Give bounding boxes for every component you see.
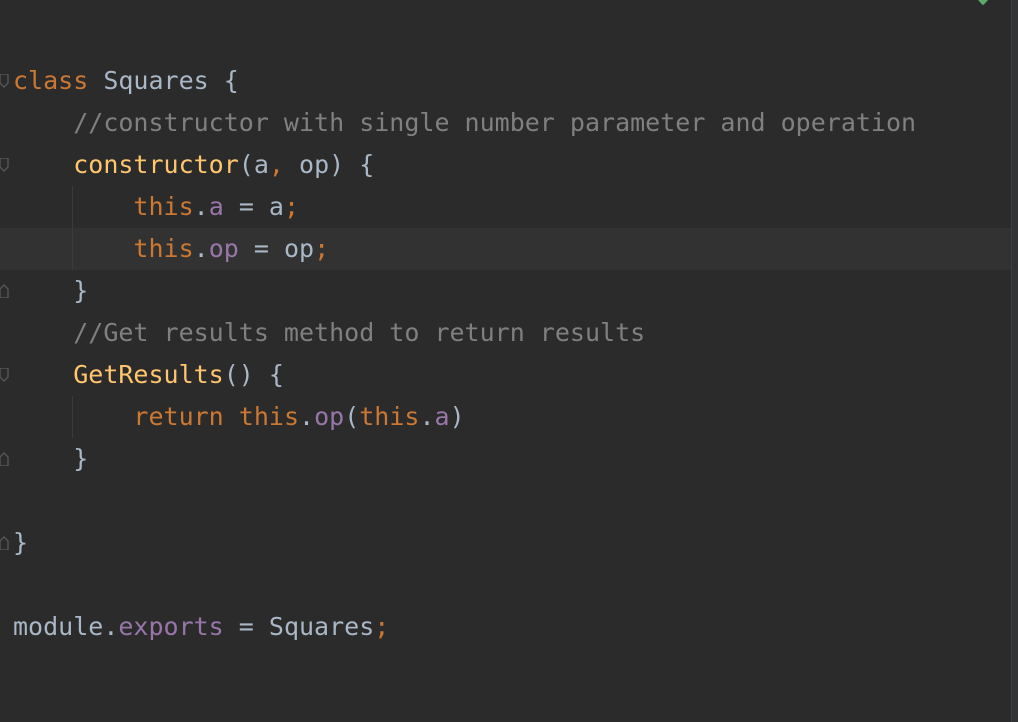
fold-close-icon[interactable]	[0, 284, 9, 298]
code-token: {	[208, 66, 239, 95]
fold-open-icon[interactable]	[0, 368, 9, 382]
code-line[interactable]: }	[13, 438, 88, 480]
code-editor[interactable]: class Squares { //constructor with singl…	[0, 0, 1018, 722]
code-token: GetResults	[73, 360, 224, 389]
code-token: Squares	[103, 66, 209, 95]
code-token: //constructor with single number paramet…	[73, 108, 917, 137]
code-token: this	[133, 192, 194, 221]
code-token: exports	[118, 612, 224, 641]
code-token: }	[13, 276, 89, 305]
fold-close-icon[interactable]	[0, 452, 9, 466]
fold-open-icon[interactable]	[0, 74, 9, 88]
code-token: }	[13, 444, 89, 473]
code-line[interactable]: //Get results method to return results	[13, 312, 645, 354]
code-token: () {	[223, 360, 284, 389]
code-line[interactable]: constructor(a, op) {	[13, 144, 374, 186]
code-token: = op	[238, 234, 315, 263]
code-token: ,	[268, 150, 284, 179]
code-line[interactable]: this.op = op;	[13, 228, 329, 270]
code-token: .	[419, 402, 435, 431]
code-token: this	[133, 234, 194, 263]
code-line[interactable]: return this.op(this.a)	[13, 396, 465, 438]
code-token: a	[434, 402, 450, 431]
code-token: module	[13, 612, 104, 641]
code-token: this	[359, 402, 420, 431]
code-token: op	[208, 234, 239, 263]
code-token: = Squares	[223, 612, 375, 641]
code-token: )	[449, 402, 465, 431]
code-token: .	[193, 192, 209, 221]
fold-open-icon[interactable]	[0, 158, 9, 172]
code-token: class	[13, 66, 89, 95]
code-token: ;	[283, 192, 300, 221]
inspection-ok-check-icon[interactable]	[974, 0, 994, 8]
code-line[interactable]: module.exports = Squares;	[13, 606, 389, 648]
code-token: return	[133, 402, 224, 431]
code-token: op) {	[283, 150, 375, 179]
code-token: = a	[223, 192, 284, 221]
code-token: op	[314, 402, 345, 431]
code-token: this	[238, 402, 300, 431]
fold-close-icon[interactable]	[0, 536, 9, 550]
code-line[interactable]: class Squares {	[13, 60, 239, 102]
code-line[interactable]: this.a = a;	[13, 186, 299, 228]
code-line[interactable]: GetResults() {	[13, 354, 284, 396]
code-token: (a	[238, 150, 269, 179]
code-token: //Get results method to return results	[73, 318, 646, 347]
code-token: .	[103, 612, 119, 641]
editor-scrollbar-track[interactable]	[1011, 0, 1018, 722]
code-token: }	[13, 528, 29, 557]
code-token: .	[299, 402, 315, 431]
code-token: ;	[374, 612, 390, 641]
code-line[interactable]: }	[13, 270, 88, 312]
code-token: ;	[314, 234, 330, 263]
code-token: .	[193, 234, 209, 263]
code-line[interactable]: //constructor with single number paramet…	[13, 102, 916, 144]
code-token: (	[344, 402, 360, 431]
code-token: a	[208, 192, 224, 221]
code-line[interactable]: }	[13, 522, 28, 564]
code-token: constructor	[73, 150, 239, 179]
